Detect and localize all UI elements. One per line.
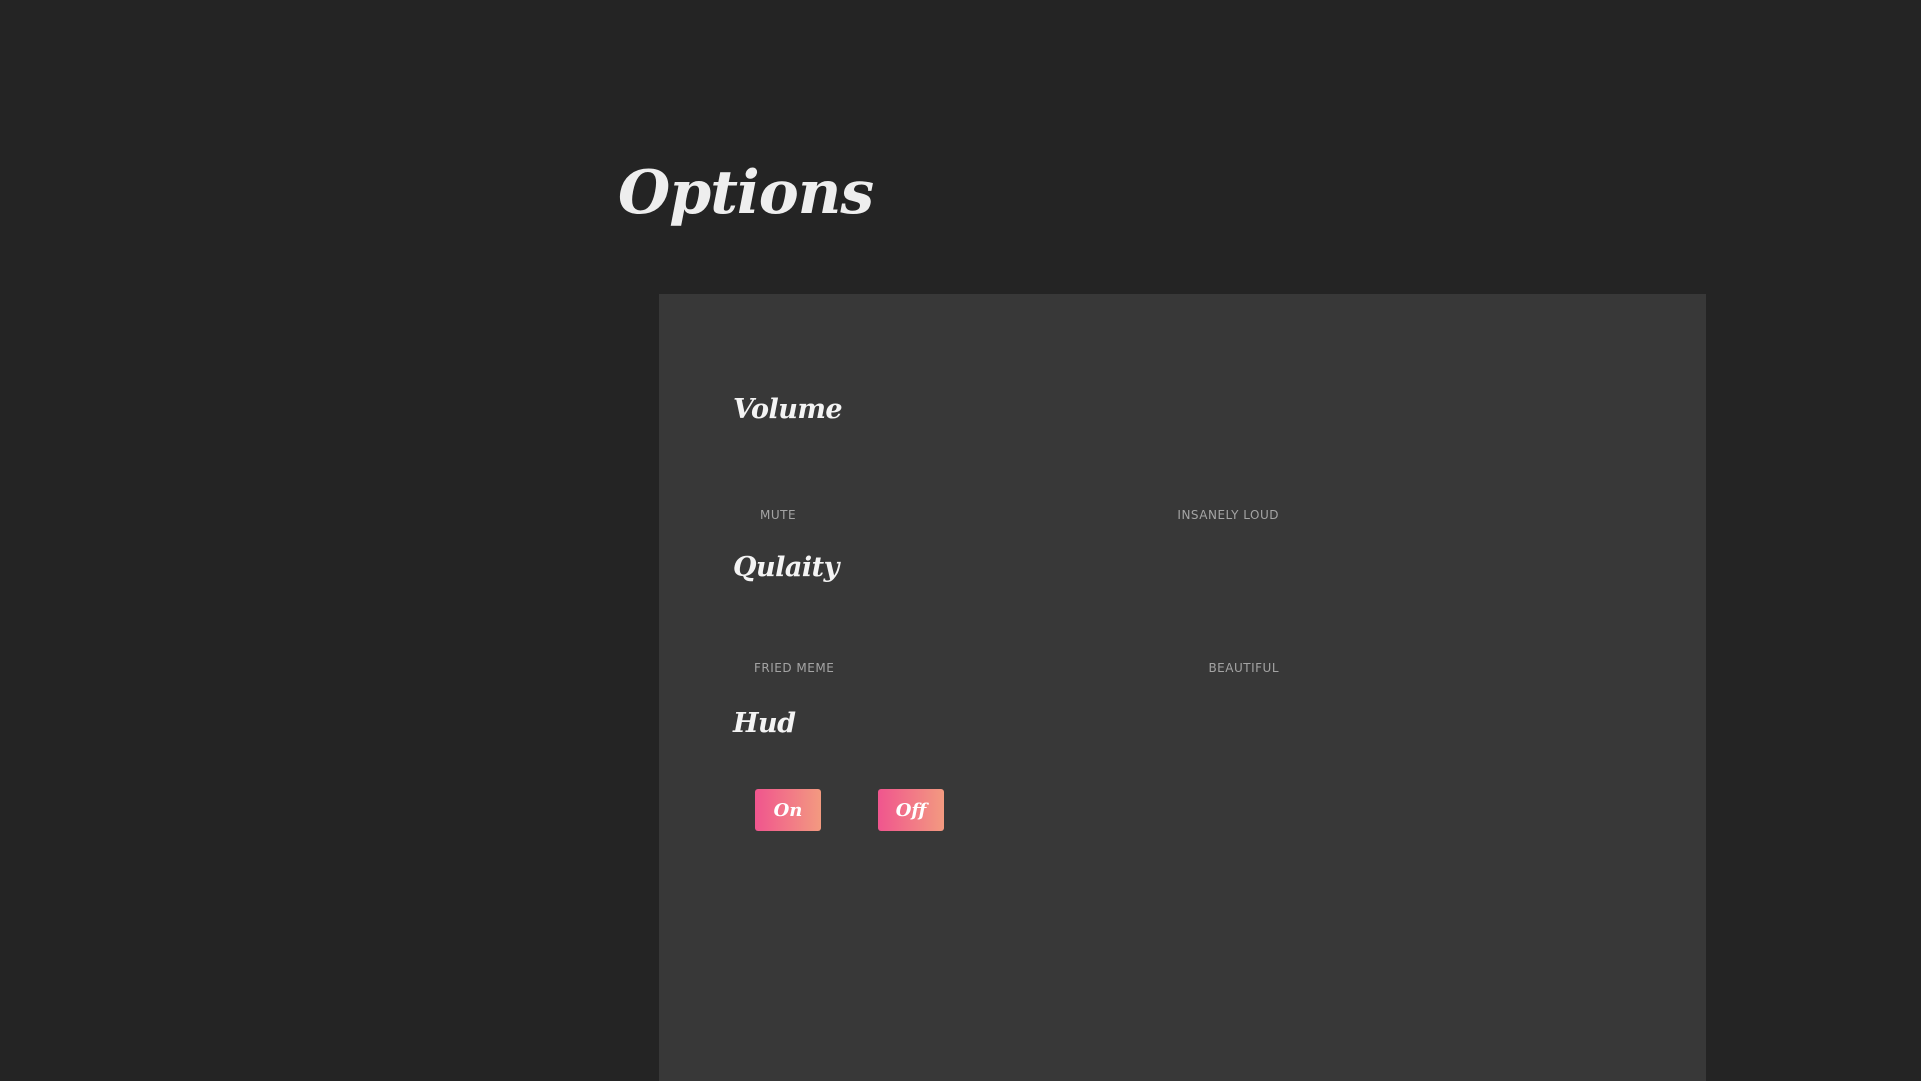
quality-max-label: Beautiful	[1208, 661, 1279, 675]
quality-heading: Qulaity	[733, 552, 839, 583]
hud-heading: Hud	[733, 708, 796, 739]
volume-max-label: Insanely Loud	[1177, 508, 1279, 522]
volume-heading: Volume	[733, 394, 843, 425]
page-title: Options	[618, 158, 874, 228]
hud-on-button[interactable]: On	[755, 789, 821, 831]
volume-min-label: Mute	[760, 508, 797, 522]
options-panel: Volume Mute Insanely Loud Qulaity Fried …	[659, 294, 1706, 1081]
quality-min-label: Fried Meme	[754, 661, 835, 675]
hud-off-button[interactable]: Off	[878, 789, 944, 831]
